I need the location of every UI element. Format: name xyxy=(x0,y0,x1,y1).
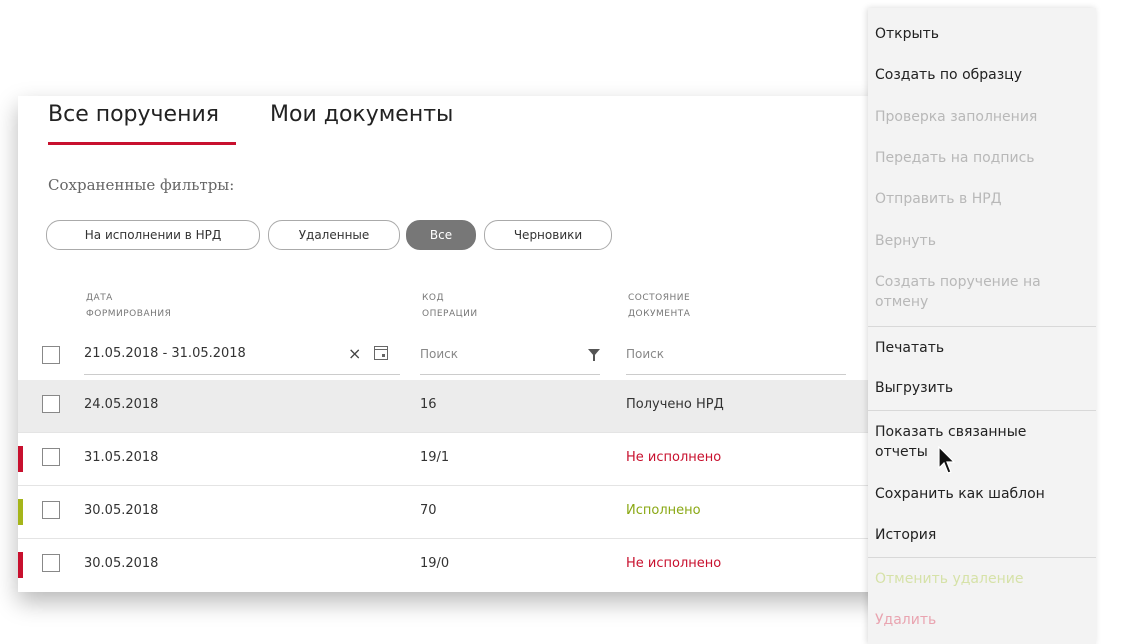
row-code: 70 xyxy=(420,503,437,518)
table-row[interactable]: 30.05.2018 19/0 Не исполнено xyxy=(18,539,898,591)
menu-item-history[interactable]: История xyxy=(875,525,936,545)
menu-item-open[interactable]: Открыть xyxy=(875,24,939,44)
menu-item-undo-delete[interactable]: Отменить удаление xyxy=(875,569,1023,589)
column-header-date-line2: ФОРМИРОВАНИЯ xyxy=(86,309,172,319)
filter-icon[interactable] xyxy=(588,349,600,361)
select-all-checkbox[interactable] xyxy=(42,346,60,364)
column-header-state-line1: СОСТОЯНИЕ xyxy=(628,293,691,303)
menu-item-return[interactable]: Вернуть xyxy=(875,231,936,251)
code-filter xyxy=(420,336,600,375)
row-checkbox[interactable] xyxy=(42,395,60,413)
filter-row: 21.05.2018 - 31.05.2018 × xyxy=(18,336,898,376)
column-header-code-line2: ОПЕРАЦИИ xyxy=(422,309,478,319)
mouse-cursor-icon xyxy=(938,446,956,474)
table-row[interactable]: 24.05.2018 16 Получено НРД xyxy=(18,380,898,433)
row-state: Не исполнено xyxy=(626,450,722,465)
column-header-state[interactable]: СОСТОЯНИЕ ДОКУМЕНТА xyxy=(628,290,690,322)
column-header-code[interactable]: КОД ОПЕРАЦИИ xyxy=(422,290,478,322)
state-filter xyxy=(626,336,846,375)
row-state: Получено НРД xyxy=(626,397,724,412)
row-state: Исполнено xyxy=(626,503,701,518)
orders-panel: Все поручения Мои документы Сохраненные … xyxy=(18,96,898,592)
row-date: 31.05.2018 xyxy=(84,450,159,465)
row-date: 30.05.2018 xyxy=(84,556,159,571)
state-search-input[interactable] xyxy=(626,344,776,364)
row-checkbox[interactable] xyxy=(42,554,60,572)
menu-item-create-cancel-order[interactable]: Создать поручение на отмену xyxy=(875,272,1041,312)
row-checkbox[interactable] xyxy=(42,448,60,466)
status-marker xyxy=(18,446,23,472)
context-menu: Открыть Создать по образцу Проверка запо… xyxy=(868,8,1096,644)
tab-all-orders[interactable]: Все поручения xyxy=(48,102,219,127)
status-marker xyxy=(18,552,23,578)
row-code: 16 xyxy=(420,397,437,412)
menu-item-create-cancel-order-line2: отмену xyxy=(875,294,929,310)
menu-item-create-cancel-order-line1: Создать поручение на xyxy=(875,274,1041,290)
chip-all[interactable]: Все xyxy=(406,220,476,250)
menu-item-export[interactable]: Выгрузить xyxy=(875,378,953,398)
status-marker xyxy=(18,499,23,525)
menu-item-check-filling[interactable]: Проверка заполнения xyxy=(875,107,1037,127)
date-range-value: 21.05.2018 - 31.05.2018 xyxy=(84,346,246,361)
menu-divider xyxy=(868,326,1096,327)
row-code: 19/0 xyxy=(420,556,450,571)
active-tab-indicator xyxy=(48,142,236,145)
menu-item-create-from-sample[interactable]: Создать по образцу xyxy=(875,65,1022,85)
row-state: Не исполнено xyxy=(626,556,722,571)
menu-item-send-for-signing[interactable]: Передать на подпись xyxy=(875,148,1035,168)
chip-in-execution[interactable]: На исполнении в НРД xyxy=(46,220,260,250)
date-range-filter[interactable]: 21.05.2018 - 31.05.2018 × xyxy=(84,336,400,375)
column-header-date[interactable]: ДАТА ФОРМИРОВАНИЯ xyxy=(86,290,171,322)
clear-icon[interactable]: × xyxy=(348,344,361,363)
row-code: 19/1 xyxy=(420,450,450,465)
column-header-date-line1: ДАТА xyxy=(86,293,113,303)
calendar-icon[interactable] xyxy=(374,346,388,360)
tab-my-documents[interactable]: Мои документы xyxy=(270,102,453,127)
menu-divider xyxy=(868,410,1096,411)
menu-item-send-to-nrd[interactable]: Отправить в НРД xyxy=(875,189,1002,209)
column-header-code-line1: КОД xyxy=(422,293,445,303)
table-row[interactable]: 31.05.2018 19/1 Не исполнено xyxy=(18,433,898,486)
row-date: 30.05.2018 xyxy=(84,503,159,518)
table-row[interactable]: 30.05.2018 70 Исполнено xyxy=(18,486,898,539)
menu-item-delete[interactable]: Удалить xyxy=(875,610,936,630)
menu-item-save-as-template[interactable]: Сохранить как шаблон xyxy=(875,484,1045,504)
column-header-state-line2: ДОКУМЕНТА xyxy=(628,309,691,319)
row-date: 24.05.2018 xyxy=(84,397,159,412)
menu-divider xyxy=(868,557,1096,558)
code-search-input[interactable] xyxy=(420,344,570,364)
chip-deleted[interactable]: Удаленные xyxy=(268,220,400,250)
chip-drafts[interactable]: Черновики xyxy=(484,220,612,250)
saved-filters-label: Сохраненные фильтры: xyxy=(48,176,235,194)
menu-item-show-related-reports-line1: Показать связанные xyxy=(875,424,1027,440)
menu-item-print[interactable]: Печатать xyxy=(875,338,944,358)
row-checkbox[interactable] xyxy=(42,501,60,519)
